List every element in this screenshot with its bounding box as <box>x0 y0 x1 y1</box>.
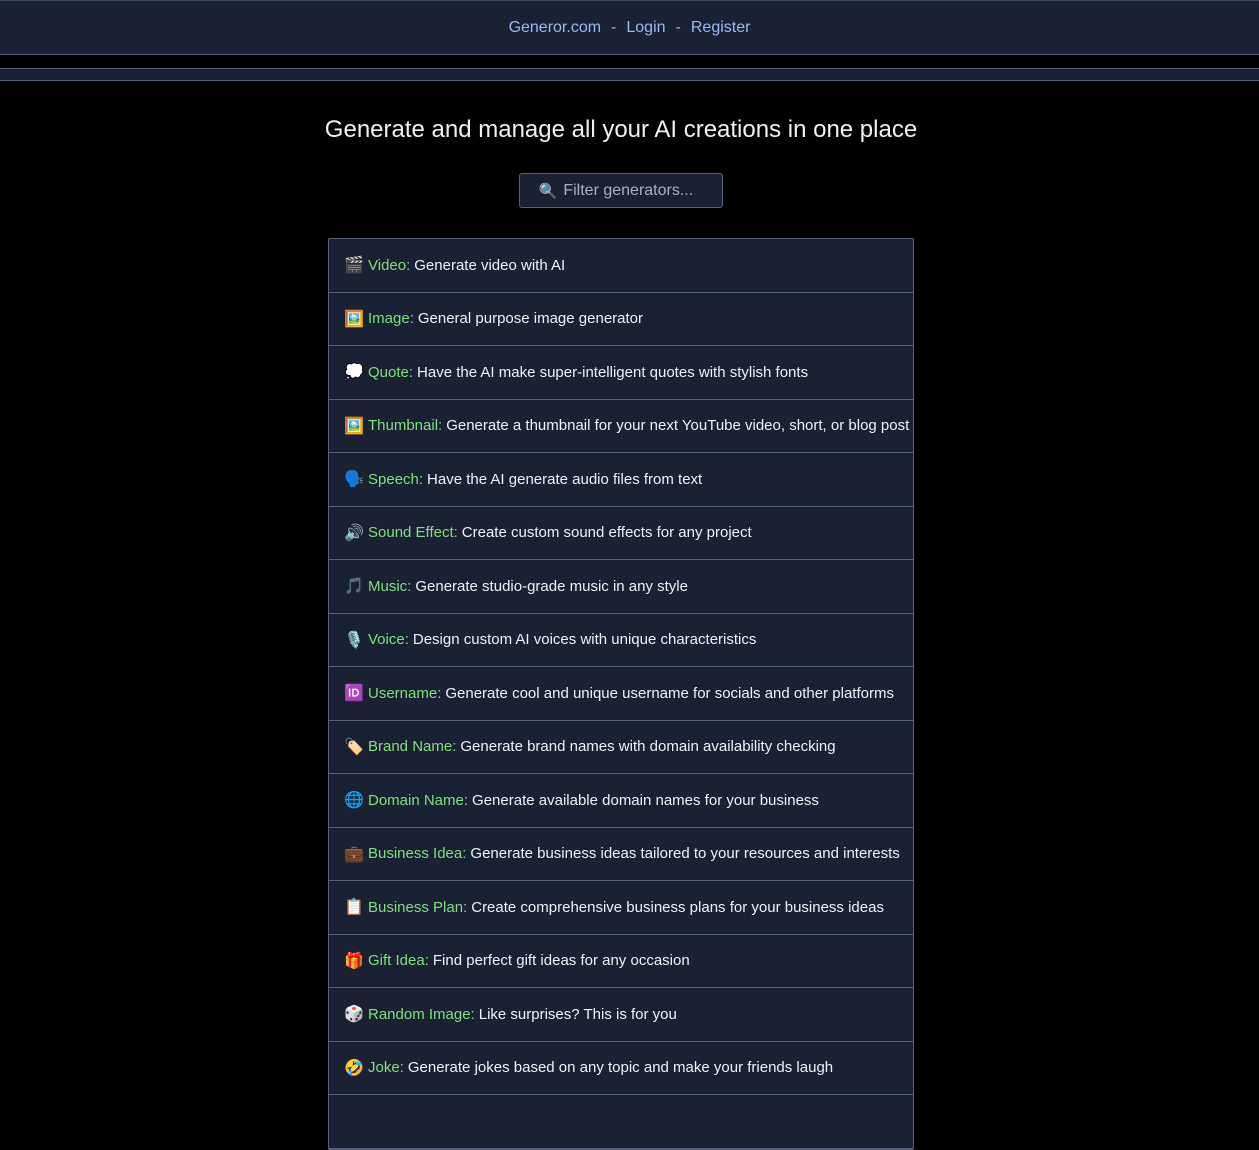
generator-emoji-icon: 🌐 <box>344 792 364 810</box>
generator-item[interactable]: 🎙️ Voice: Design custom AI voices with uni… <box>329 614 913 667</box>
generator-item[interactable]: 🖼️ Image: General purpose image generator <box>329 293 913 346</box>
generator-item[interactable]: 🏷️ Brand Name: Generate brand names with d… <box>329 721 913 774</box>
generator-description: Generate a thumbnail for your next YouTu… <box>446 417 910 435</box>
generator-item[interactable]: 🔊 Sound Effect: Create custom sound effect… <box>329 507 913 560</box>
generator-item[interactable]: 📋 Business Plan: Create comprehensive busi… <box>329 881 913 935</box>
generator-description: Design custom AI voices with unique char… <box>412 631 757 649</box>
nav-separator: - <box>675 18 681 36</box>
top-navigation-bar: Generor.com - Login - Register <box>0 0 1259 55</box>
generator-item[interactable]: 🤣 Joke: Generate jokes based on any topic … <box>329 1042 913 1095</box>
generator-description: Generate business ideas tailored to your… <box>470 845 900 863</box>
generator-item[interactable]: 🎲 Random Image: Like surprises? This is fo… <box>329 988 913 1042</box>
generator-description: Like surprises? This is for you <box>478 1005 677 1023</box>
generator-name-link[interactable]: Image: <box>368 310 414 327</box>
generator-item[interactable]: 🌐 Domain Name: Generate available domain n… <box>329 774 913 828</box>
generator-item[interactable]: 🎁 Gift Idea: Find perfect gift ideas for a… <box>329 935 913 988</box>
page-headline: Generate and manage all your AI creation… <box>324 116 918 143</box>
generator-name-link[interactable]: Brand Name: <box>368 738 456 755</box>
generator-emoji-icon: 💭 <box>344 364 364 382</box>
generator-name-link[interactable]: Voice: <box>368 631 409 648</box>
generator-name-link[interactable]: Domain Name: <box>368 792 468 809</box>
nav-register-link[interactable]: Register <box>691 19 751 37</box>
generator-name-link[interactable]: Gift Idea: <box>368 952 429 969</box>
generator-description: Generate cool and unique username for so… <box>445 684 894 702</box>
generator-item[interactable] <box>329 1095 913 1149</box>
filter-generators-input[interactable] <box>563 181 704 200</box>
filter-search-box[interactable]: 🔍 <box>519 173 723 208</box>
generator-emoji-icon: 🤣 <box>344 1059 364 1077</box>
generator-emoji-icon: 🎵 <box>344 578 364 596</box>
generator-emoji-icon: 🔊 <box>344 524 364 542</box>
generator-name-link[interactable]: Sound Effect: <box>368 524 458 541</box>
generator-description: Create comprehensive business plans for … <box>471 898 884 916</box>
generator-description: Create custom sound effects for any proj… <box>461 524 752 542</box>
search-icon: 🔍 <box>538 182 558 200</box>
generator-description: Have the AI make super-intelligent quote… <box>417 363 809 381</box>
generator-item[interactable]: 🆔 Username: Generate cool and unique usern… <box>329 667 913 721</box>
generator-emoji-icon: 🎬 <box>344 257 364 275</box>
generator-description: Generate studio-grade music in any style <box>415 577 688 595</box>
nav-login-link[interactable]: Login <box>626 19 665 37</box>
nav-home-link[interactable]: Generor.com <box>509 19 601 37</box>
generator-name-link[interactable]: Video: <box>368 257 410 274</box>
generator-name-link[interactable]: Username: <box>368 685 441 702</box>
generator-name-link[interactable]: Quote: <box>368 364 413 381</box>
generator-item[interactable]: 💭 Quote: Have the AI make super-intelligen… <box>329 346 913 400</box>
generator-name-link[interactable]: Thumbnail: <box>368 417 442 434</box>
generator-item[interactable]: 🎬 Video: Generate video with AI <box>329 239 913 293</box>
generator-description: General purpose image generator <box>417 310 643 328</box>
generator-emoji-icon: 🏷️ <box>344 738 364 756</box>
generator-name-link[interactable]: Speech: <box>368 471 423 488</box>
generator-description: Have the AI generate audio files from te… <box>427 470 703 488</box>
generator-description: Find perfect gift ideas for any occasion <box>432 952 690 970</box>
generator-item[interactable]: 💼 Business Idea: Generate business ideas t… <box>329 828 913 881</box>
generator-emoji-icon: 📋 <box>344 899 364 917</box>
generator-emoji-icon: 🎙️ <box>344 631 364 649</box>
generator-list: 🎬 Video: Generate video with AI 🖼️ Image: Gen… <box>328 238 914 1150</box>
generator-emoji-icon: 🎲 <box>344 1006 364 1024</box>
generator-description: Generate available domain names for your… <box>472 791 819 809</box>
generator-item[interactable]: 🎵 Music: Generate studio-grade music in an… <box>329 560 913 614</box>
generator-emoji-icon: 🖼️ <box>344 417 364 435</box>
generator-name-link[interactable]: Joke: <box>368 1059 404 1076</box>
nav-separator: - <box>611 18 617 36</box>
generator-description: Generate jokes based on any topic and ma… <box>407 1059 834 1077</box>
generator-name-link[interactable]: Business Idea: <box>368 845 466 862</box>
generator-emoji-icon: 🎁 <box>344 952 364 970</box>
generator-description: Generate video with AI <box>414 256 566 274</box>
generator-item[interactable]: 🖼️ Thumbnail: Generate a thumbnail for you… <box>329 400 913 453</box>
generator-emoji-icon: 🗣️ <box>344 471 364 489</box>
secondary-bar <box>0 68 1259 81</box>
generator-item[interactable]: 🗣️ Speech: Have the AI generate audio file… <box>329 453 913 507</box>
generator-name-link[interactable]: Business Plan: <box>368 899 467 916</box>
generator-emoji-icon: 🖼️ <box>344 310 364 328</box>
generator-description: Generate brand names with domain availab… <box>460 738 836 756</box>
generator-emoji-icon: 🆔 <box>344 685 364 703</box>
generator-name-link[interactable]: Music: <box>368 578 411 595</box>
generator-name-link[interactable]: Random Image: <box>368 1006 475 1023</box>
generator-emoji-icon: 💼 <box>344 845 364 863</box>
